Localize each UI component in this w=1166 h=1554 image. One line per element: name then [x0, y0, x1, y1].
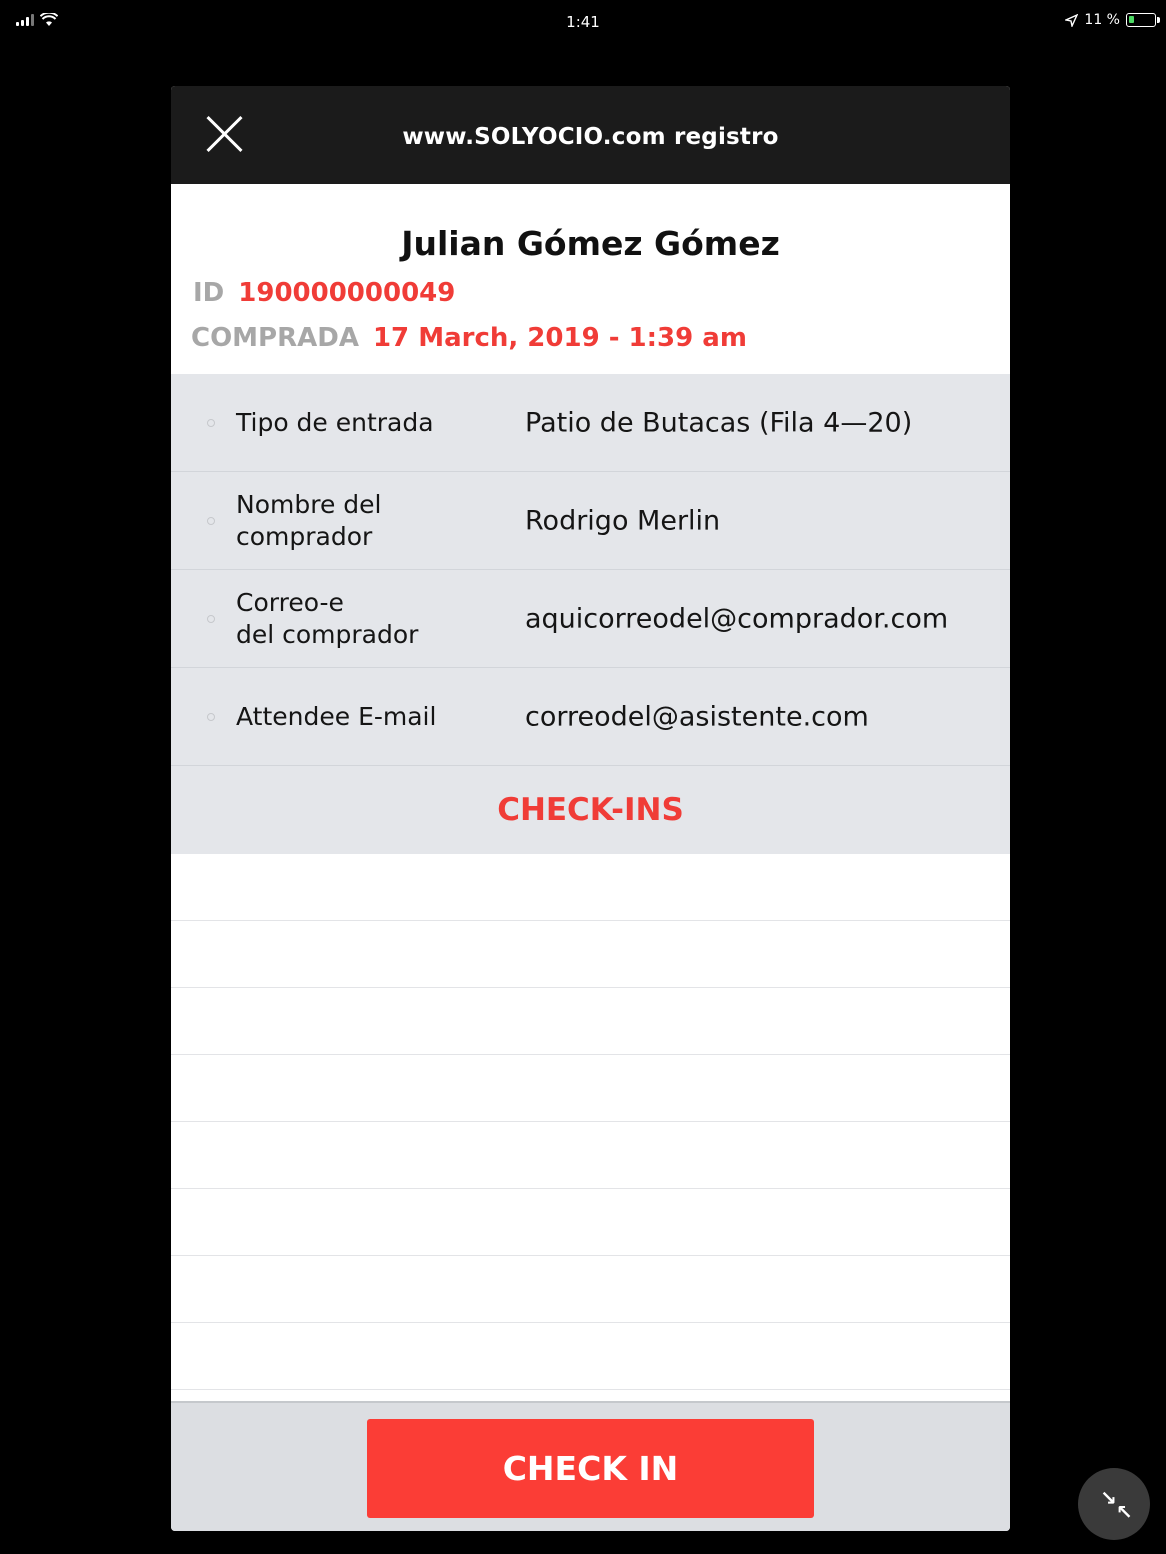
detail-row-buyer-email: Correo-e del comprador aquicorreodel@com…	[171, 570, 1010, 668]
ticket-id-value: 190000000049	[238, 278, 456, 308]
list-item	[171, 1256, 1010, 1323]
detail-value: Patio de Butacas (Fila 4—20)	[525, 407, 913, 438]
list-item	[171, 1055, 1010, 1122]
ticket-id-label: ID	[193, 278, 225, 308]
detail-label: Nombre del comprador	[236, 489, 382, 551]
registration-modal: www.SOLYOCIO.com registro Julian Gómez G…	[171, 86, 1010, 1531]
checkins-heading: CHECK-INS	[497, 792, 684, 828]
location-arrow-icon	[1065, 13, 1079, 27]
purchase-date-label: COMPRADA	[191, 323, 359, 353]
bullet-icon	[207, 517, 215, 525]
collapse-arrows-icon[interactable]: ↘ ↖	[1078, 1468, 1150, 1540]
list-item	[171, 921, 1010, 988]
list-item	[171, 1122, 1010, 1189]
arrow-down-right-icon: ↘	[1100, 1486, 1117, 1510]
detail-value: Rodrigo Merlin	[525, 505, 721, 536]
list-item	[171, 1323, 1010, 1390]
arrow-up-left-icon: ↖	[1116, 1500, 1133, 1524]
modal-footer: CHECK IN	[171, 1401, 1010, 1531]
attendee-name: Julian Gómez Gómez	[401, 224, 780, 263]
battery-icon	[1126, 13, 1160, 27]
list-item	[171, 1189, 1010, 1256]
bullet-icon	[207, 615, 215, 623]
detail-row-ticket-type: Tipo de entrada Patio de Butacas (Fila 4…	[171, 374, 1010, 472]
check-in-button[interactable]: CHECK IN	[367, 1419, 814, 1518]
detail-row-attendee-email: Attendee E-mail correodel@asistente.com	[171, 668, 1010, 766]
battery-percent: 11 %	[1084, 12, 1120, 28]
detail-value: aquicorreodel@comprador.com	[525, 603, 949, 634]
detail-value: correodel@asistente.com	[525, 701, 869, 732]
status-bar: 1:41 11 %	[0, 0, 1166, 44]
status-bar-right: 11 %	[1065, 12, 1160, 28]
purchase-date-value: 17 March, 2019 - 1:39 am	[372, 323, 747, 353]
detail-label: Attendee E-mail	[236, 701, 437, 731]
ticket-details: Tipo de entrada Patio de Butacas (Fila 4…	[171, 374, 1010, 854]
detail-label: Correo-e del comprador	[236, 587, 419, 649]
ticket-id-row: ID 190000000049	[193, 278, 455, 308]
bullet-icon	[207, 419, 215, 427]
purchase-date-row: COMPRADA 17 March, 2019 - 1:39 am	[191, 323, 747, 353]
detail-label: Tipo de entrada	[236, 407, 434, 437]
list-item	[171, 988, 1010, 1055]
bullet-icon	[207, 713, 215, 721]
modal-header: www.SOLYOCIO.com registro	[171, 86, 1010, 184]
checkin-list	[171, 854, 1010, 1390]
modal-title: www.SOLYOCIO.com registro	[402, 124, 779, 150]
detail-row-buyer-name: Nombre del comprador Rodrigo Merlin	[171, 472, 1010, 570]
list-item	[171, 854, 1010, 921]
status-time: 1:41	[566, 13, 600, 31]
